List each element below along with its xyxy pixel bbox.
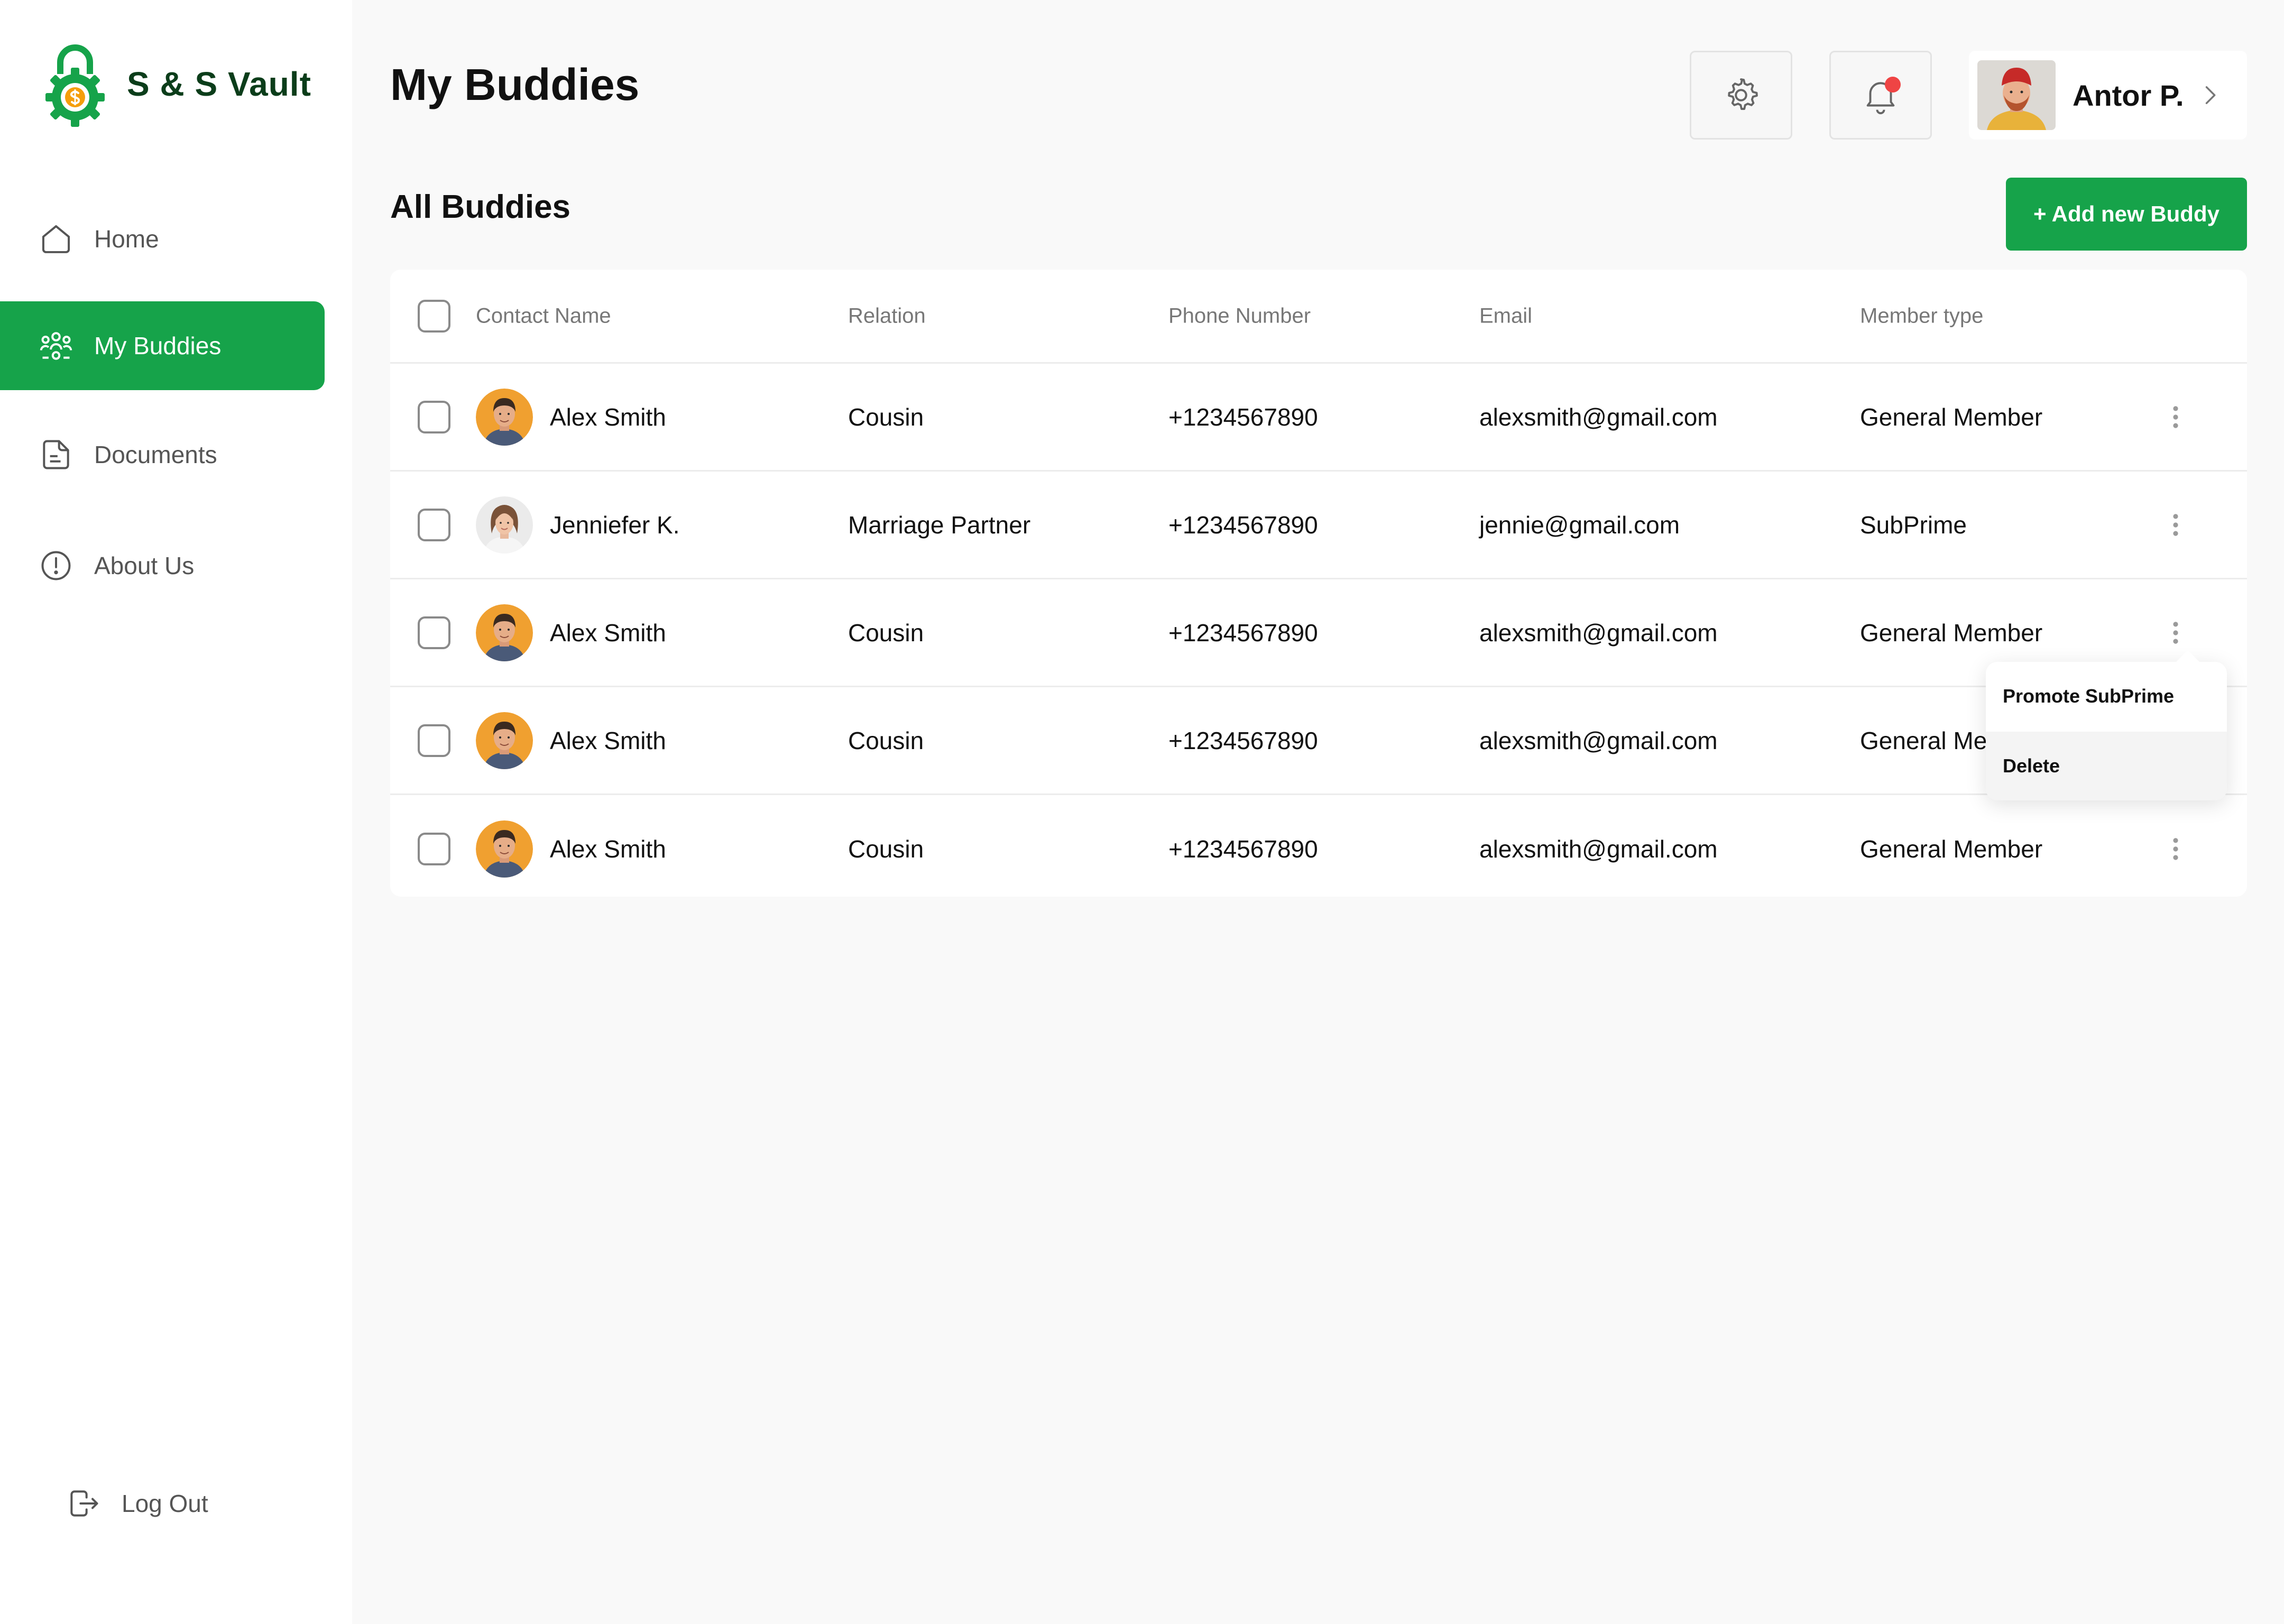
relation: Marriage Partner <box>848 511 1031 539</box>
phone-number: +1234567890 <box>1168 619 1318 647</box>
contact-name: Alex Smith <box>550 835 666 863</box>
phone-number: +1234567890 <box>1168 726 1318 754</box>
table-row[interactable]: Alex Smith Cousin +1234567890 alexsmith@… <box>390 579 2247 687</box>
chevron-right-icon <box>2205 86 2216 104</box>
email: jennie@gmail.com <box>1479 511 1680 539</box>
contact-name: Alex Smith <box>550 726 666 754</box>
table-row[interactable]: Alex Smith Cousin +1234567890 alexsmith@… <box>390 795 2247 903</box>
more-vertical-icon <box>2173 838 2178 860</box>
relation: Cousin <box>848 403 924 431</box>
avatar <box>476 496 533 553</box>
brand[interactable]: S & S Vault <box>42 39 311 129</box>
sidebar-item-about-us[interactable]: About Us <box>0 521 325 610</box>
table-row[interactable]: Alex Smith Cousin +1234567890 alexsmith@… <box>390 364 2247 472</box>
email: alexsmith@gmail.com <box>1479 619 1718 647</box>
member-type: General Member <box>1860 619 2043 647</box>
contact-name: Alex Smith <box>550 403 666 431</box>
column-header-email[interactable]: Email <box>1479 304 1532 328</box>
more-vertical-icon <box>2173 405 2178 428</box>
padlock-gear-logo-icon <box>45 44 105 127</box>
sidebar-item-my-buddies[interactable]: My Buddies <box>0 301 325 390</box>
brand-name: S & S Vault <box>127 65 311 103</box>
sidebar-item-label: Documents <box>94 441 217 468</box>
add-buddy-button[interactable]: + Add new Buddy <box>2006 178 2247 251</box>
phone-number: +1234567890 <box>1168 835 1318 863</box>
document-icon <box>43 440 69 469</box>
avatar <box>476 388 533 446</box>
logout-button[interactable]: Log Out <box>66 1485 208 1521</box>
menu-item-promote-subprime[interactable]: Promote SubPrime <box>1986 662 2227 731</box>
logout-label: Log Out <box>122 1490 208 1517</box>
row-actions-menu: Promote SubPrime Delete <box>1986 650 2227 800</box>
email: alexsmith@gmail.com <box>1479 726 1718 754</box>
email: alexsmith@gmail.com <box>1479 403 1718 431</box>
sidebar: S & S Vault Home My Buddies Documents Ab… <box>0 0 352 1624</box>
row-checkbox[interactable] <box>418 724 450 757</box>
relation: Cousin <box>848 726 924 754</box>
avatar <box>476 604 533 661</box>
email: alexsmith@gmail.com <box>1479 835 1718 863</box>
sidebar-item-documents[interactable]: Documents <box>0 410 325 499</box>
column-header-relation[interactable]: Relation <box>848 304 926 328</box>
logout-icon <box>70 1490 98 1517</box>
row-actions-button[interactable] <box>2168 509 2184 541</box>
table-row[interactable]: Alex Smith Cousin +1234567890 alexsmith@… <box>390 687 2247 795</box>
buddies-table: Contact Name Relation Phone Number Email… <box>390 270 2247 897</box>
row-checkbox[interactable] <box>418 833 450 865</box>
sidebar-item-label: About Us <box>94 552 195 579</box>
avatar <box>476 712 533 769</box>
sidebar-item-home[interactable]: Home <box>0 195 325 283</box>
menu-item-delete[interactable]: Delete <box>1986 732 2227 800</box>
contact-name: Alex Smith <box>550 619 666 647</box>
row-checkbox[interactable] <box>418 616 450 649</box>
column-header-member-type[interactable]: Member type <box>1860 304 1983 328</box>
phone-number: +1234567890 <box>1168 511 1318 539</box>
table-row[interactable]: Jenniefer K. Marriage Partner +123456789… <box>390 472 2247 579</box>
page-title: My Buddies <box>390 60 640 109</box>
column-header-phone-number[interactable]: Phone Number <box>1168 304 1311 328</box>
row-actions-button[interactable] <box>2168 617 2184 649</box>
phone-number: +1234567890 <box>1168 403 1318 431</box>
row-actions-button[interactable] <box>2168 401 2184 433</box>
more-vertical-icon <box>2173 621 2178 644</box>
sidebar-item-label: Home <box>94 225 159 253</box>
section-title: All Buddies <box>390 189 571 225</box>
notifications-button[interactable] <box>1829 51 1932 140</box>
more-vertical-icon <box>2173 513 2178 536</box>
row-checkbox[interactable] <box>418 400 450 433</box>
relation: Cousin <box>848 619 924 647</box>
member-type: SubPrime <box>1860 511 1967 539</box>
gear-icon <box>1728 78 1758 110</box>
select-all-checkbox[interactable] <box>418 299 450 333</box>
user-profile-button[interactable]: Antor P. <box>1969 51 2247 140</box>
avatar <box>1977 60 2056 130</box>
settings-button[interactable] <box>1690 51 1792 140</box>
member-type: General Member <box>1860 835 2043 863</box>
row-actions-button[interactable] <box>2168 833 2184 865</box>
buddies-icon <box>40 332 72 360</box>
table-header: Contact Name Relation Phone Number Email… <box>390 270 2247 364</box>
notification-dot <box>1885 77 1901 93</box>
avatar <box>476 820 533 878</box>
row-checkbox[interactable] <box>418 508 450 541</box>
home-icon <box>42 225 70 253</box>
contact-name: Jenniefer K. <box>550 511 680 539</box>
user-name: Antor P. <box>2073 78 2184 112</box>
member-type: General Member <box>1860 403 2043 431</box>
info-icon <box>41 551 71 580</box>
sidebar-item-label: My Buddies <box>94 332 222 359</box>
relation: Cousin <box>848 835 924 863</box>
column-header-contact-name[interactable]: Contact Name <box>476 304 611 328</box>
